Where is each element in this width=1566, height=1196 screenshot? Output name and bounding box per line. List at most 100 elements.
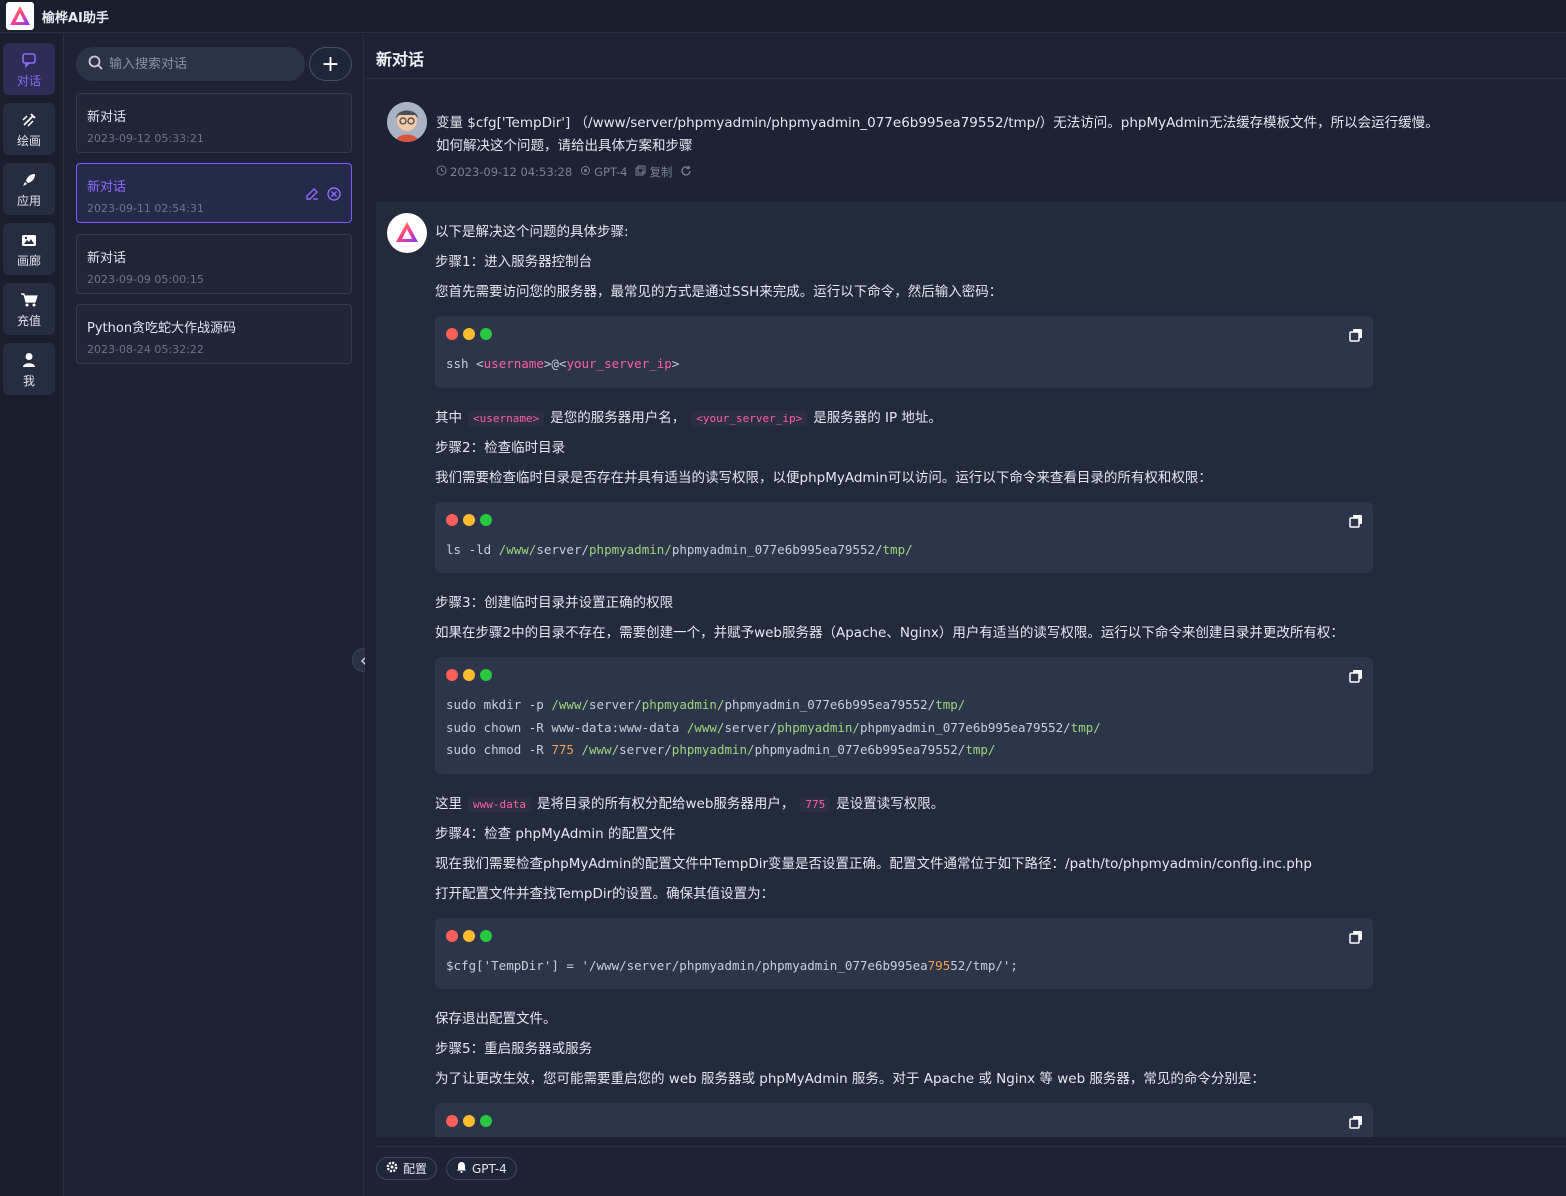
answer-intro: 以下是解决这个问题的具体步骤: <box>435 224 629 240</box>
plus-icon: + <box>321 51 340 77</box>
conversation-item[interactable]: 新对话 2023-09-09 05:00:15 <box>76 234 352 294</box>
conversation-date: 2023-09-11 02:54:31 <box>87 202 204 215</box>
cart-icon <box>20 290 38 310</box>
message-time: 2023-09-12 04:53:28 <box>436 165 572 179</box>
conversation-date: 2023-09-12 05:33:21 <box>87 132 204 145</box>
model-label: GPT-4 <box>472 1161 507 1176</box>
inline-code: 775 <box>800 796 831 812</box>
refresh-icon[interactable] <box>680 165 692 180</box>
config-button[interactable]: 配置 <box>376 1157 438 1180</box>
edit-icon[interactable] <box>305 186 319 205</box>
window-dots <box>446 929 1361 942</box>
conversation-title: 新对话 <box>87 110 127 125</box>
app-title: 榆桦AI助手 <box>42 10 109 26</box>
conversation-title: Python贪吃蛇大作战源码 <box>87 321 237 336</box>
user-avatar <box>387 102 427 142</box>
step-text: 这里 www-data 是将目录的所有权分配给web服务器用户， 775 是设置读写权限… <box>435 795 945 812</box>
copy-code-icon[interactable] <box>1349 514 1363 532</box>
title-bar: 榆桦AI助手 <box>0 0 1566 33</box>
step-text: 您首先需要访问您的服务器，最常见的方式是通过SSH来完成。运行以下命令，然后输入… <box>435 284 1003 300</box>
user-icon <box>22 350 36 370</box>
code-block <box>435 1103 1373 1137</box>
conversation-date: 2023-08-24 05:32:22 <box>87 343 204 356</box>
copy-message-button[interactable]: 复制 <box>635 164 672 180</box>
step-text: 现在我们需要检查phpMyAdmin的配置文件中TempDir变量是否设置正确。… <box>435 855 1312 872</box>
code-text: ls -ld /www/server/phpmyadmin/phpmyadmin… <box>446 541 913 557</box>
config-label: 配置 <box>403 1162 428 1176</box>
inline-code: www-data <box>468 796 531 812</box>
rail-label: 充值 <box>16 313 41 328</box>
nav-rail: 对话 绘画 应用 画廊 充值 我 <box>0 34 64 1196</box>
inline-code: <your_server_ip> <box>691 410 808 426</box>
model-icon <box>580 165 591 179</box>
conversation-item[interactable]: 新对话 2023-09-12 05:33:21 <box>76 93 352 153</box>
app-logo <box>6 2 34 30</box>
search-box[interactable] <box>76 47 305 81</box>
conversation-sidebar: + 新对话 2023-09-12 05:33:21 新对话 2023-09-11… <box>64 34 364 1196</box>
time-text: 2023-09-12 04:53:28 <box>450 165 573 179</box>
window-dots <box>446 669 1361 681</box>
step-heading: 步骤4：检查 phpMyAdmin 的配置文件 <box>435 825 676 842</box>
step-heading: 步骤5：重启服务器或服务 <box>435 1041 593 1057</box>
copy-code-icon[interactable] <box>1349 328 1363 346</box>
window-dots <box>446 1115 1361 1127</box>
assistant-message: 以下是解决这个问题的具体步骤: 步骤1：进入服务器控制台 您首先需要访问您的服务… <box>376 202 1566 1137</box>
page-title: 新对话 <box>365 34 1566 79</box>
code-block: ls -ld /www/server/phpmyadmin/phpmyadmin… <box>435 501 1373 573</box>
step-text: 为了让更改生效，您可能需要重启您的 web 服务器或 phpMyAdmin 服务… <box>435 1071 1265 1087</box>
step-text: 其中 <username> 是您的服务器用户名， <your_server_ip> 是服… <box>435 409 942 426</box>
bell-icon <box>456 1161 467 1176</box>
rail-item-chat[interactable]: 对话 <box>3 43 55 95</box>
code-block: sudo mkdir -p /www/server/phpmyadmin/php… <box>435 657 1373 774</box>
inline-code: <username> <box>468 410 545 426</box>
delete-icon[interactable] <box>327 186 341 205</box>
bottom-toolbar: 配置 GPT-4 <box>376 1146 1566 1196</box>
rail-label: 我 <box>22 373 35 388</box>
rail-item-recharge[interactable]: 充值 <box>3 283 55 335</box>
rail-item-draw[interactable]: 绘画 <box>3 103 55 155</box>
conversation-date: 2023-09-09 05:00:15 <box>87 273 204 286</box>
model-button[interactable]: GPT-4 <box>446 1157 517 1180</box>
assistant-avatar <box>387 213 427 253</box>
rail-item-me[interactable]: 我 <box>3 343 55 395</box>
step-heading: 步骤1：进入服务器控制台 <box>435 254 593 270</box>
window-dots <box>446 513 1361 526</box>
conversation-title: 新对话 <box>87 251 127 266</box>
step-text: 我们需要检查临时目录是否存在并具有适当的读写权限，以便phpMyAdmin可以访… <box>435 469 1212 486</box>
conversation-item-active[interactable]: 新对话 2023-09-11 02:54:31 <box>76 163 352 223</box>
copy-code-icon[interactable] <box>1349 669 1363 687</box>
gear-icon <box>386 1161 398 1176</box>
clock-icon <box>436 165 447 179</box>
chat-main: 新对话 变量 $cfg['TempDir'] （/www/server/phpm… <box>365 34 1566 1196</box>
chat-icon <box>21 50 37 70</box>
copy-text: 复制 <box>649 165 673 179</box>
conversation-item[interactable]: Python贪吃蛇大作战源码 2023-08-24 05:32:22 <box>76 304 352 364</box>
rail-item-gallery[interactable]: 画廊 <box>3 223 55 275</box>
user-message-line: 变量 $cfg['TempDir'] （/www/server/phpmyadm… <box>436 115 1439 131</box>
step-text: 打开配置文件并查找TempDir的设置。确保其值设置为： <box>435 885 775 902</box>
copy-code-icon[interactable] <box>1349 930 1363 948</box>
code-block: ssh <username>@<your_server_ip> <box>435 316 1373 388</box>
brush-icon <box>21 110 37 130</box>
code-text: sudo mkdir -p /www/server/phpmyadmin/php… <box>446 697 1101 757</box>
new-chat-button[interactable]: + <box>309 47 352 81</box>
step-heading: 步骤2：检查临时目录 <box>435 439 566 456</box>
model-text: GPT-4 <box>594 165 628 179</box>
rocket-icon <box>21 170 37 190</box>
user-message-line: 如何解决这个问题，请给出具体方案和步骤 <box>436 138 693 154</box>
search-icon <box>88 55 103 74</box>
search-input[interactable] <box>109 56 289 72</box>
gallery-icon <box>21 230 37 250</box>
copy-icon <box>635 165 646 179</box>
rail-item-apps[interactable]: 应用 <box>3 163 55 215</box>
code-text: $cfg['TempDir'] = '/www/server/phpmyadmi… <box>446 957 1018 973</box>
rail-label: 绘画 <box>16 133 41 148</box>
copy-code-icon[interactable] <box>1349 1115 1363 1133</box>
conversation-title: 新对话 <box>87 180 127 195</box>
rail-label: 画廊 <box>16 253 41 268</box>
message-model: GPT-4 <box>580 165 627 179</box>
window-dots <box>446 328 1361 340</box>
code-text: ssh <username>@<your_server_ip> <box>446 356 680 371</box>
step-text: 如果在步骤2中的目录不存在，需要创建一个，并赋予web服务器（Apache、Ng… <box>435 625 1344 641</box>
step-text: 保存退出配置文件。 <box>435 1011 557 1027</box>
